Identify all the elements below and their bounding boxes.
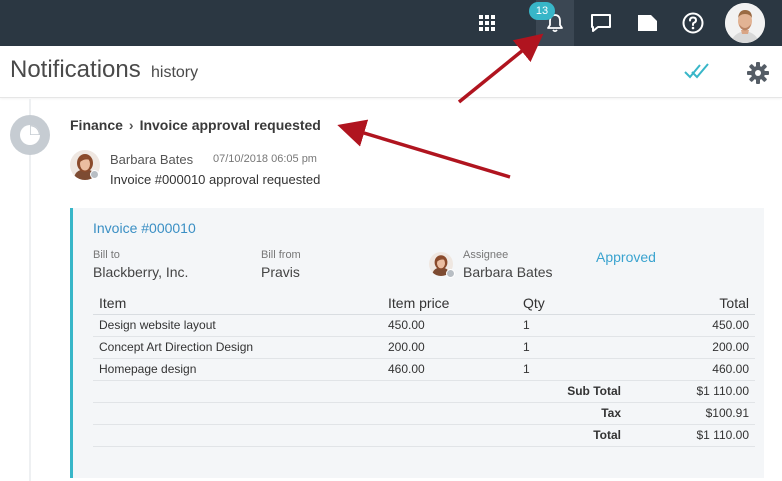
invoice-items-table: Item Item price Qty Total Design website… xyxy=(93,292,755,447)
subtotal-label: Sub Total xyxy=(382,380,627,403)
breadcrumb-category[interactable]: Finance xyxy=(70,117,123,133)
chevron-right-icon: › xyxy=(128,117,134,133)
double-check-icon xyxy=(684,63,709,79)
item-total: 450.00 xyxy=(627,314,755,337)
help-button[interactable] xyxy=(674,0,712,46)
invoice-title-link[interactable]: Invoice #000010 xyxy=(93,220,196,236)
total-label: Total xyxy=(382,424,627,447)
notification-count-badge: 13 xyxy=(529,2,555,20)
page-subtitle: history xyxy=(151,64,199,81)
finance-category-icon xyxy=(10,115,50,155)
subtotal-value: $1 110.00 xyxy=(627,380,755,403)
page-header: Notifications history xyxy=(0,46,782,98)
summary-row-total: Total $1 110.00 xyxy=(93,424,755,447)
table-row: Concept Art Direction Design 200.00 1 20… xyxy=(93,336,755,359)
invoice-status: Approved xyxy=(596,249,656,265)
assignee-presence-indicator xyxy=(446,269,455,278)
notification-timestamp: 07/10/2018 06:05 pm xyxy=(213,153,317,165)
presence-indicator xyxy=(90,170,99,179)
total-value: $1 110.00 xyxy=(627,424,755,447)
item-qty: 1 xyxy=(517,336,627,359)
item-price: 460.00 xyxy=(382,358,517,381)
breadcrumb-event[interactable]: Invoice approval requested xyxy=(140,117,321,133)
apps-grid-icon xyxy=(479,15,495,31)
column-header-qty: Qty xyxy=(517,292,627,315)
bill-from-label: Bill from xyxy=(261,249,301,261)
mark-all-read-button[interactable] xyxy=(684,60,710,87)
notification-breadcrumb: Finance › Invoice approval requested xyxy=(70,117,321,133)
tax-value: $100.91 xyxy=(627,402,755,425)
item-name: Design website layout xyxy=(93,314,382,337)
column-header-price: Item price xyxy=(382,292,517,315)
summary-row-subtotal: Sub Total $1 110.00 xyxy=(93,380,755,403)
tax-label: Tax xyxy=(382,402,627,425)
tag-icon xyxy=(638,15,657,31)
assignee-label: Assignee xyxy=(463,249,509,261)
column-header-total: Total xyxy=(627,292,755,315)
item-name: Homepage design xyxy=(93,358,382,381)
table-row: Design website layout 450.00 1 450.00 xyxy=(93,314,755,337)
item-total: 460.00 xyxy=(627,358,755,381)
gear-icon xyxy=(747,62,769,84)
apps-grid-button[interactable] xyxy=(468,0,506,46)
settings-button[interactable] xyxy=(746,61,770,90)
item-qty: 1 xyxy=(517,314,627,337)
bill-from-value: Pravis xyxy=(261,264,300,280)
pie-chart-icon xyxy=(20,125,40,145)
item-name: Concept Art Direction Design xyxy=(93,336,382,359)
summary-row-tax: Tax $100.91 xyxy=(93,402,755,425)
page-title: Notifications xyxy=(10,56,141,83)
item-price: 450.00 xyxy=(382,314,517,337)
table-header-row: Item Item price Qty Total xyxy=(93,292,755,315)
user-avatar[interactable] xyxy=(725,3,765,43)
assignee-value: Barbara Bates xyxy=(463,264,553,280)
top-navigation-bar: 13 xyxy=(0,0,782,46)
chat-button[interactable] xyxy=(582,0,620,46)
invoice-card: Invoice #000010 Bill to Blackberry, Inc.… xyxy=(70,208,764,478)
help-icon xyxy=(682,12,704,34)
bill-to-value: Blackberry, Inc. xyxy=(93,264,189,280)
tag-button[interactable] xyxy=(628,0,666,46)
column-header-item: Item xyxy=(93,292,382,315)
timeline-line xyxy=(29,99,31,481)
notification-message: Invoice #000010 approval requested xyxy=(110,172,321,187)
table-row: Homepage design 460.00 1 460.00 xyxy=(93,358,755,381)
item-price: 200.00 xyxy=(382,336,517,359)
arrow-to-breadcrumb xyxy=(337,119,511,179)
chat-icon xyxy=(591,14,611,32)
bill-to-label: Bill to xyxy=(93,249,120,261)
item-qty: 1 xyxy=(517,358,627,381)
item-total: 200.00 xyxy=(627,336,755,359)
author-name[interactable]: Barbara Bates xyxy=(110,152,193,167)
